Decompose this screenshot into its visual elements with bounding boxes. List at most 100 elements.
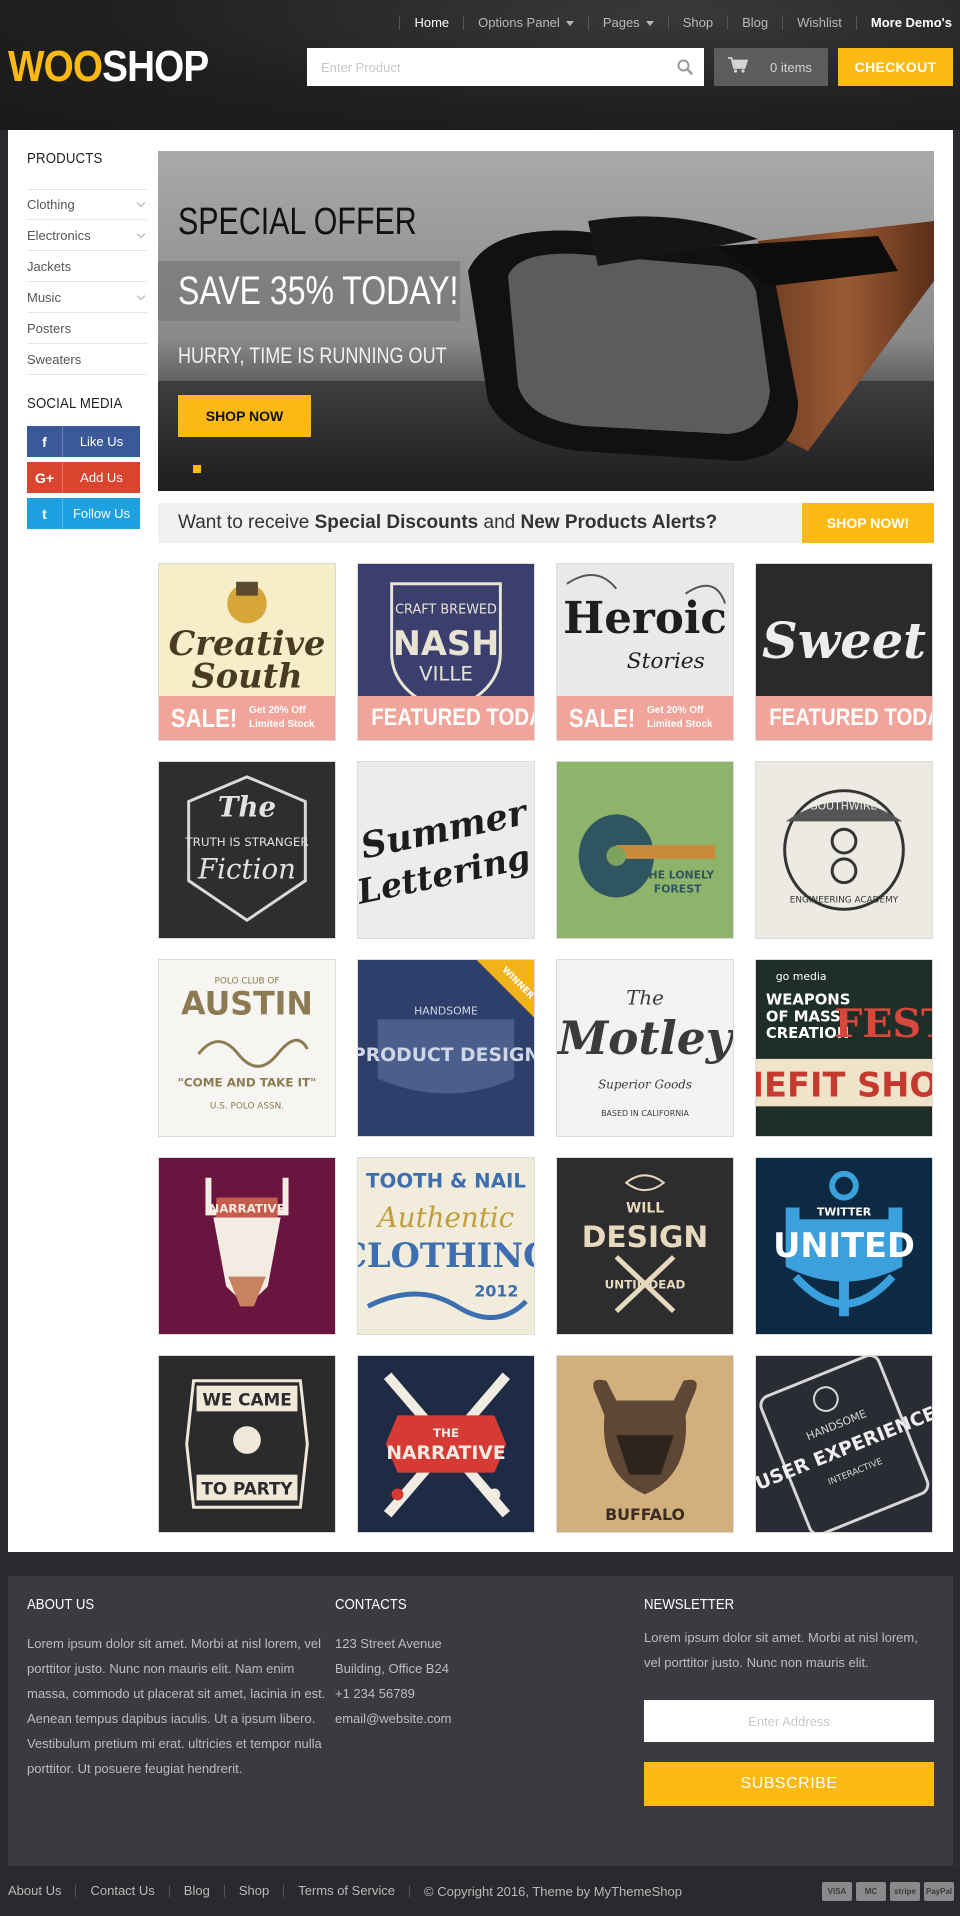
ribbon-featured-text: FEATURED TODAY	[769, 704, 932, 731]
svg-text:Heroic: Heroic	[563, 593, 727, 644]
product-tile-buffalo[interactable]: BUFFALO	[556, 1355, 734, 1533]
facebook-like-button[interactable]: f Like Us	[27, 426, 140, 457]
svg-text:2012: 2012	[474, 1281, 518, 1300]
slider-dot[interactable]	[193, 465, 201, 473]
category-label: Clothing	[27, 197, 75, 212]
stripe-icon: stripe	[890, 1882, 920, 1901]
nav-blog[interactable]: Blog	[727, 16, 782, 30]
svg-text:FEST: FEST	[834, 1001, 932, 1047]
googleplus-add-button[interactable]: G+ Add Us	[27, 462, 140, 493]
category-label: Sweaters	[27, 351, 82, 367]
facebook-icon: f	[27, 426, 63, 457]
chevron-down-icon	[136, 291, 146, 300]
svg-text:Motley: Motley	[557, 1011, 733, 1065]
search-box	[307, 48, 704, 86]
twitter-icon: t	[27, 498, 63, 529]
product-tile-summer-lettering[interactable]: Summer Lettering	[357, 761, 535, 939]
banner-save-text: SAVE 35% TODAY!	[178, 268, 459, 313]
cart-button[interactable]: 0 items	[714, 48, 828, 86]
svg-text:Stories: Stories	[627, 649, 705, 674]
product-tile-austin[interactable]: POLO CLUB OF AUSTIN "COME AND TAKE IT" U.S.…	[158, 959, 336, 1137]
twitter-follow-button[interactable]: t Follow Us	[27, 498, 140, 529]
svg-text:FOREST: FOREST	[654, 883, 702, 896]
product-tile-the-narrative-deer[interactable]: NARRATIVE	[158, 1157, 336, 1335]
category-label: Electronics	[27, 227, 91, 243]
svg-text:THE: THE	[433, 1426, 459, 1440]
svg-text:Authentic: Authentic	[375, 1201, 514, 1234]
product-tile-sweet[interactable]: Sweet FEATURED TODAY	[755, 563, 933, 741]
subscribe-button[interactable]: SUBSCRIBE	[644, 1762, 934, 1806]
search-input[interactable]	[307, 48, 666, 86]
payment-icons: VISA MC stripe PayPal	[822, 1882, 954, 1901]
featured-ribbon: FEATURED TODAY	[756, 696, 932, 740]
product-tile-the-narrative-pens[interactable]: THE NARRATIVE	[357, 1355, 535, 1533]
footer-link-contact[interactable]: Contact Us	[90, 1884, 170, 1897]
product-tile-nashville[interactable]: CRAFT BREWED NASHVILLE FEATURED TODAY	[357, 563, 535, 741]
product-tile-heroic-stories[interactable]: Heroic Stories SALE! Get 20% Off Limited St…	[556, 563, 734, 741]
ribbon-sale-text: SALE!	[170, 702, 238, 733]
social-label: Follow Us	[72, 506, 131, 521]
product-tile-tooth-nail[interactable]: TOOTH & NAIL AuthenticCLOTHING 2012	[357, 1157, 535, 1335]
category-clothing[interactable]: Clothing	[27, 189, 147, 220]
banner-shop-now-button[interactable]: SHOP NOW	[178, 395, 311, 437]
footer-contacts: CONTACTS 123 Street Avenue Building, Off…	[335, 1596, 595, 1731]
svg-text:CRAFT BREWED: CRAFT BREWED	[395, 602, 497, 617]
logo-woo: WOO	[8, 42, 103, 91]
product-tile-united[interactable]: TWITTER UNITED	[755, 1157, 933, 1335]
nav-wishlist[interactable]: Wishlist	[782, 16, 856, 30]
nav-more-demos[interactable]: More Demo's	[855, 15, 952, 30]
svg-text:"COME AND TAKE IT": "COME AND TAKE IT"	[178, 1076, 317, 1090]
product-tile-product-design[interactable]: PRODUCT DESIGN HANDSOME WINNER	[357, 959, 535, 1137]
cart-icon	[728, 56, 749, 78]
banner-save-box: SAVE 35% TODAY!	[158, 261, 460, 321]
nav-demos-label: More Demo's	[870, 15, 952, 30]
alert-bold2: New Products Alerts?	[520, 512, 718, 533]
category-posters[interactable]: Posters	[27, 313, 147, 344]
svg-text:TWITTER: TWITTER	[817, 1205, 872, 1218]
newsletter-email-input[interactable]	[644, 1700, 934, 1742]
svg-text:HANDSOME: HANDSOME	[414, 1004, 478, 1017]
footer-link-shop[interactable]: Shop	[239, 1884, 285, 1897]
product-tile-southwire[interactable]: SOUTHWIRE ENGINEERING ACADEMY	[755, 761, 933, 939]
svg-text:NARRATIVE: NARRATIVE	[209, 1201, 284, 1215]
ribbon-sale-text: SALE!	[568, 702, 636, 733]
svg-text:go media: go media	[776, 970, 827, 983]
category-label: Jackets	[27, 258, 72, 274]
category-electronics[interactable]: Electronics	[27, 220, 147, 251]
svg-text:THE LONELY: THE LONELY	[641, 869, 714, 882]
product-tile-motley[interactable]: The Motley Superior Goods BASED IN CALIFORN…	[556, 959, 734, 1137]
category-music[interactable]: Music	[27, 282, 147, 313]
svg-text:UNITED: UNITED	[773, 1226, 915, 1265]
product-tile-will-design[interactable]: WILL DESIGN UNTIL DEAD	[556, 1157, 734, 1335]
category-sweaters[interactable]: Sweaters	[27, 344, 147, 375]
alert-part2: and	[478, 512, 521, 533]
sale-ribbon: SALE! Get 20% Off Limited Stock	[557, 696, 733, 740]
svg-text:Superior Goods: Superior Goods	[598, 1078, 692, 1092]
checkout-button[interactable]: CHECKOUT	[838, 48, 953, 86]
svg-text:NASH: NASH	[393, 624, 499, 663]
footer-link-blog[interactable]: Blog	[184, 1884, 225, 1897]
product-tile-creative-south[interactable]: Creative South SALE! Get 20% Off Limited St…	[158, 563, 336, 741]
nav-options-panel[interactable]: Options Panel	[463, 16, 588, 30]
search-icon[interactable]	[666, 48, 704, 86]
svg-text:TRUTH IS STRANGER: TRUTH IS STRANGER	[184, 835, 308, 849]
nav-home[interactable]: Home	[399, 16, 463, 30]
product-tile-fest[interactable]: go mediaWEAPONSOF MASSCREATIONFESTENEFIT…	[755, 959, 933, 1137]
alert-shop-now-button[interactable]: SHOP NOW!	[802, 503, 934, 543]
contact-email[interactable]: email@website.com	[335, 1706, 595, 1731]
footer-link-terms[interactable]: Terms of Service	[298, 1884, 411, 1897]
site-logo[interactable]: WOOSHOP	[8, 42, 209, 92]
product-tile-we-came-to-party[interactable]: WE CAME TO PARTY	[158, 1355, 336, 1533]
product-tile-user-experience[interactable]: HANDSOME USER EXPERIENCE INTERACTIVE	[755, 1355, 933, 1533]
product-tile-lonely-forest[interactable]: THE LONELY FOREST	[556, 761, 734, 939]
product-tile-truth-fiction[interactable]: The TRUTH IS STRANGER Fiction	[158, 761, 336, 939]
mastercard-icon: MC	[856, 1882, 886, 1901]
svg-text:BASED IN CALIFORNIA: BASED IN CALIFORNIA	[601, 1109, 689, 1118]
nav-shop[interactable]: Shop	[667, 16, 727, 30]
svg-text:POLO CLUB OF: POLO CLUB OF	[215, 977, 280, 987]
footer-link-about[interactable]: About Us	[8, 1884, 77, 1897]
contact-building: Building, Office B24	[335, 1661, 449, 1676]
svg-text:BUFFALO: BUFFALO	[605, 1505, 685, 1524]
nav-pages[interactable]: Pages	[587, 16, 668, 30]
category-jackets[interactable]: Jackets	[27, 251, 147, 282]
